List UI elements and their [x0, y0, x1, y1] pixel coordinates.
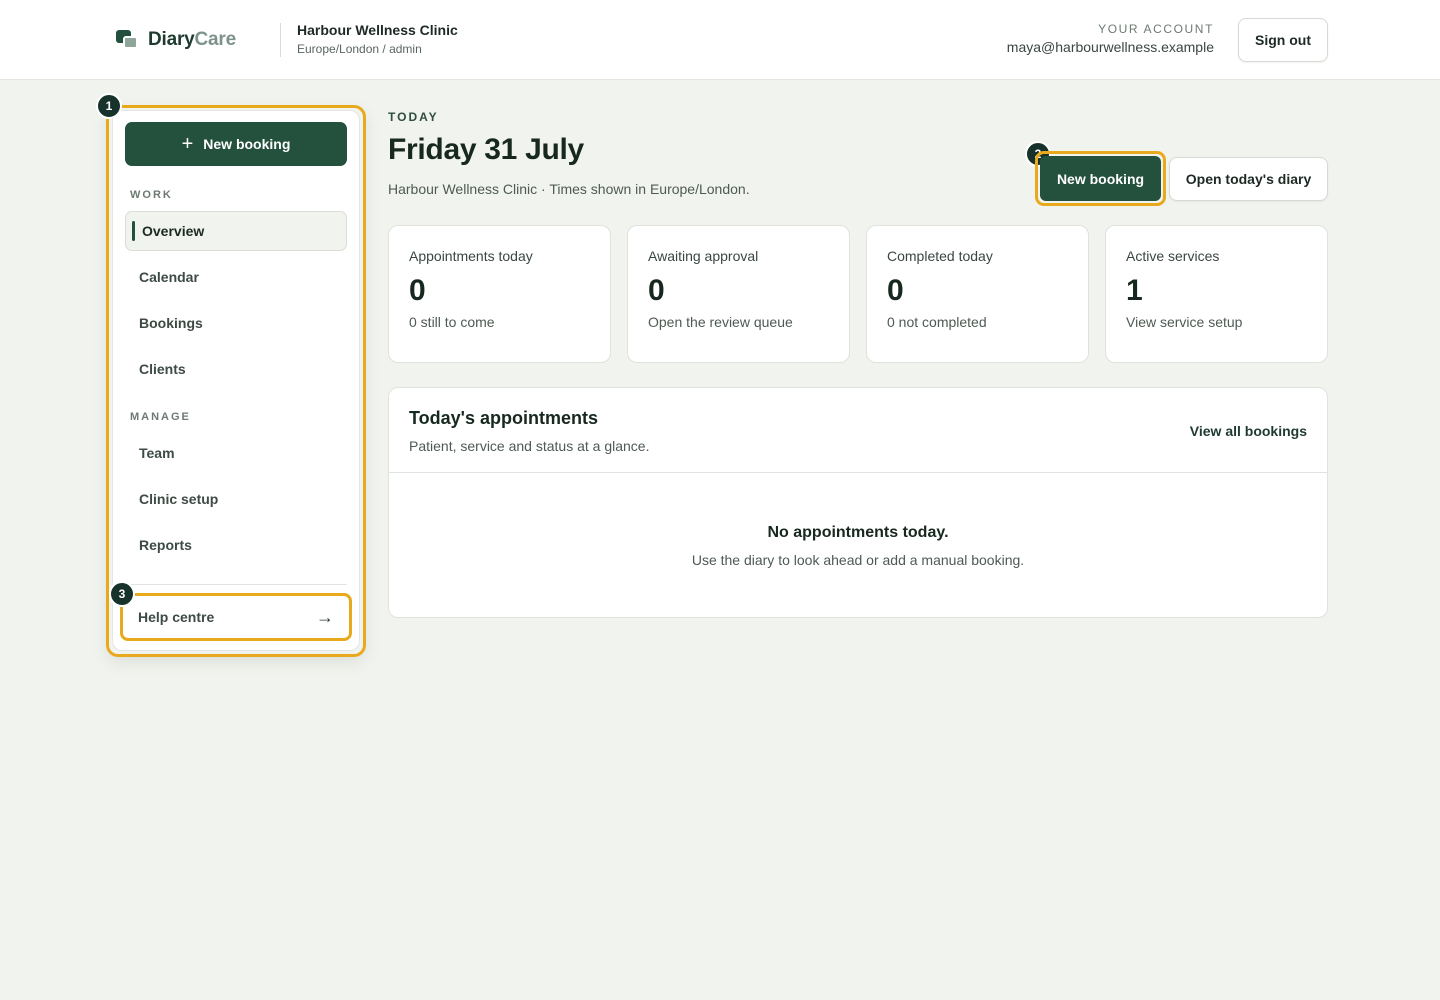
clinic-info: Harbour Wellness Clinic Europe/London / …: [297, 22, 458, 56]
sidebar-new-booking-button[interactable]: + New booking: [125, 122, 347, 166]
stat-value: 0: [409, 274, 426, 307]
stat-value: 1: [1126, 274, 1143, 307]
sidebar: + New booking WORK Overview Calendar Boo…: [112, 110, 360, 651]
page-kicker: TODAY: [388, 110, 439, 124]
sidebar-item-label: Team: [139, 445, 175, 461]
help-centre-link[interactable]: Help centre →: [124, 597, 348, 637]
stat-label: Completed today: [887, 248, 993, 264]
help-centre-label: Help centre: [138, 609, 215, 625]
new-booking-button[interactable]: New booking: [1040, 156, 1161, 201]
stat-card-awaiting-approval[interactable]: Awaiting approval 0 Open the review queu…: [627, 225, 850, 363]
stat-hint: View service setup: [1126, 314, 1243, 330]
stat-hint: 0 not completed: [887, 314, 987, 330]
empty-state-title: No appointments today.: [767, 524, 949, 541]
top-header: DiaryCare Harbour Wellness Clinic Europe…: [0, 0, 1440, 80]
page-subtitle: Harbour Wellness Clinic · Times shown in…: [388, 181, 750, 197]
sidebar-item-label: Reports: [139, 537, 192, 553]
todays-appointments-panel: Today's appointments Patient, service an…: [388, 387, 1328, 618]
stat-hint: 0 still to come: [409, 314, 495, 330]
sidebar-item-clinic-setup[interactable]: Clinic setup: [125, 479, 347, 519]
sidebar-item-label: Overview: [142, 223, 205, 239]
panel-subtitle: Patient, service and status at a glance.: [409, 438, 650, 454]
sidebar-item-label: Clinic setup: [139, 491, 219, 507]
sidebar-item-label: Clients: [139, 361, 186, 377]
section-label-manage: MANAGE: [130, 411, 191, 423]
stat-label: Appointments today: [409, 248, 533, 264]
sidebar-item-calendar[interactable]: Calendar: [125, 257, 347, 297]
stat-hint: Open the review queue: [648, 314, 793, 330]
open-todays-diary-button[interactable]: Open today's diary: [1169, 157, 1328, 201]
active-indicator: [132, 221, 135, 241]
panel-divider: [389, 472, 1327, 473]
stat-label: Awaiting approval: [648, 248, 759, 264]
account-info: YOUR ACCOUNT maya@harbourwellness.exampl…: [1007, 22, 1214, 55]
sidebar-item-team[interactable]: Team: [125, 433, 347, 473]
stat-card-completed-today[interactable]: Completed today 0 0 not completed: [866, 225, 1089, 363]
stat-value: 0: [887, 274, 904, 307]
stat-card-active-services[interactable]: Active services 1 View service setup: [1105, 225, 1328, 363]
arrow-right-icon: →: [316, 606, 334, 627]
stat-label: Active services: [1126, 248, 1220, 264]
account-label: YOUR ACCOUNT: [1098, 22, 1214, 36]
clinic-name: Harbour Wellness Clinic: [297, 22, 458, 38]
sidebar-item-overview[interactable]: Overview: [125, 211, 347, 251]
stat-card-appointments-today[interactable]: Appointments today 0 0 still to come: [388, 225, 611, 363]
sidebar-item-label: Bookings: [139, 315, 203, 331]
section-label-work: WORK: [130, 189, 173, 201]
empty-state-message: Use the diary to look ahead or add a man…: [691, 552, 1025, 568]
diarycare-logo-icon: [116, 28, 140, 52]
callout-badge-1: 1: [96, 93, 122, 119]
callout-badge-3: 3: [109, 581, 135, 607]
sidebar-item-label: Calendar: [139, 269, 199, 285]
sidebar-item-bookings[interactable]: Bookings: [125, 303, 347, 343]
view-all-bookings-link[interactable]: View all bookings: [1190, 423, 1307, 439]
sidebar-item-clients[interactable]: Clients: [125, 349, 347, 389]
panel-title: Today's appointments: [409, 408, 598, 428]
sign-out-button[interactable]: Sign out: [1238, 18, 1328, 62]
brand-logo[interactable]: DiaryCare: [116, 28, 236, 52]
sidebar-item-reports[interactable]: Reports: [125, 525, 347, 565]
page-title: Friday 31 July: [388, 133, 584, 166]
brand-name: DiaryCare: [148, 29, 236, 50]
sidebar-divider: [125, 584, 347, 585]
sidebar-new-booking-label: New booking: [203, 136, 291, 152]
clinic-timezone-role: Europe/London / admin: [297, 42, 422, 56]
plus-icon: +: [181, 133, 194, 155]
stat-value: 0: [648, 274, 665, 307]
header-divider: [280, 23, 281, 57]
account-email: maya@harbourwellness.example: [1006, 39, 1214, 55]
